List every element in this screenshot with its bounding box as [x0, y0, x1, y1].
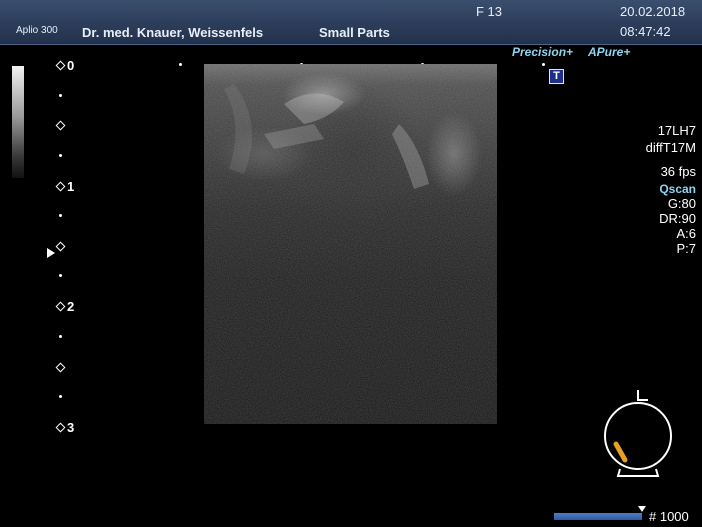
lateral-tick [542, 63, 545, 66]
depth-label: 1 [67, 179, 75, 194]
depth-tick [59, 214, 62, 217]
depth-marker-major [55, 422, 66, 433]
cine-position-marker-icon[interactable] [638, 506, 646, 512]
header-bar: Aplio 300 Dr. med. Knauer, Weissenfels S… [0, 0, 702, 45]
cine-progress-bar[interactable] [554, 513, 642, 520]
depth-marker-minor [55, 362, 66, 373]
depth-tick [59, 335, 62, 338]
depth-marker-major [55, 60, 66, 71]
dynamic-range-readout: DR:90 [659, 211, 696, 226]
gain-readout: G:80 [667, 196, 696, 211]
imaging-mode: diffT17M [645, 140, 696, 155]
date-readout: 20.02.2018 [620, 4, 686, 19]
bodymark-icon[interactable] [598, 384, 682, 484]
precision-plus-label: Precision+ [512, 45, 574, 59]
depth-tick [59, 274, 62, 277]
frequency-readout: F 13 [476, 4, 503, 19]
depth-marker-major [55, 301, 66, 312]
qscan-label: Qscan [659, 182, 696, 196]
depth-label: 2 [67, 299, 75, 314]
tissue-texture [204, 64, 497, 424]
depth-marker-minor [55, 241, 66, 252]
grayscale-bar [12, 66, 24, 178]
depth-tick [59, 154, 62, 157]
depth-label: 0 [67, 58, 75, 73]
lateral-tick [179, 63, 182, 66]
frame-number: # 1000 [649, 509, 689, 524]
exam-preset: Small Parts [319, 25, 390, 40]
time-readout: 08:47:42 [620, 24, 671, 39]
apure-plus-label: APure+ [588, 45, 631, 59]
depth-marker-minor [55, 120, 66, 131]
system-model: Aplio 300 [16, 25, 58, 36]
param-p-readout: P:7 [676, 241, 696, 256]
t-mode-icon[interactable]: T [549, 69, 564, 84]
focus-marker-icon[interactable] [47, 248, 55, 258]
depth-label: 3 [67, 420, 75, 435]
depth-tick [59, 94, 62, 97]
probe-position-marker [613, 441, 628, 463]
depth-tick [59, 395, 62, 398]
facility-name: Dr. med. Knauer, Weissenfels [82, 25, 264, 40]
depth-marker-major [55, 181, 66, 192]
probe-name: 17LH7 [657, 123, 696, 138]
frame-rate: 36 fps [660, 164, 696, 179]
param-a-readout: A:6 [676, 226, 696, 241]
ultrasound-image[interactable] [204, 64, 497, 424]
